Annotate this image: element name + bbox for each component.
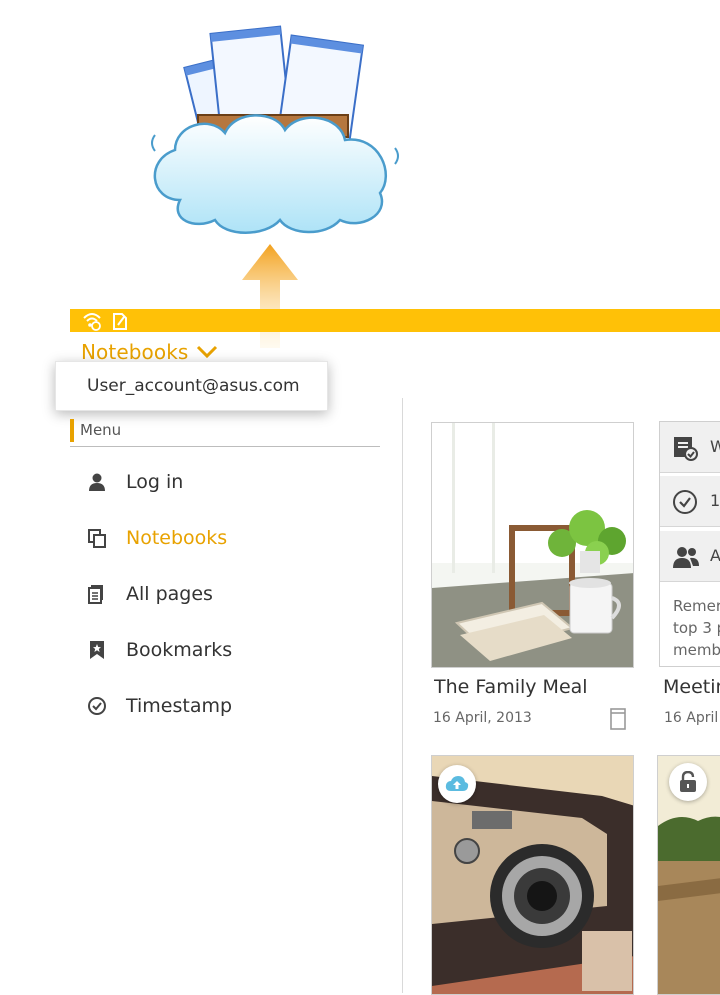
account-email: User_account@asus.com <box>87 376 300 396</box>
cloud-upload-badge <box>438 765 476 803</box>
note-line: Remer <box>673 597 720 615</box>
menu-accent-bar <box>70 419 74 442</box>
detail-row-time: 12 <box>660 476 720 527</box>
menu-item-label: Bookmarks <box>126 639 233 661</box>
meeting-note: Remer top 3 p memb <box>673 595 720 661</box>
menu-item-bookmarks[interactable]: Bookmarks <box>80 630 380 670</box>
notebook-card-title: The Family Meal <box>434 676 588 698</box>
detail-text: W <box>710 437 720 456</box>
menu-item-notebooks[interactable]: Notebooks <box>80 518 380 558</box>
detail-text: 12 <box>710 491 720 510</box>
notebook-card-cover[interactable] <box>431 422 634 668</box>
detail-text: A <box>710 546 720 565</box>
notebook-outline-icon[interactable] <box>609 707 627 731</box>
menu-item-label: Timestamp <box>126 695 233 717</box>
cloud-upload-icon <box>445 776 469 791</box>
menu-item-timestamp[interactable]: Timestamp <box>80 686 380 726</box>
note-line: top 3 p <box>673 619 720 637</box>
detail-row-attendees: A <box>660 531 720 582</box>
cloud-notebooks-illustration <box>151 25 399 234</box>
table-plant-photo <box>432 423 633 667</box>
note-line: memb <box>673 641 720 659</box>
notebook-card-date: 16 April <box>664 710 719 726</box>
menu-item-label: Notebooks <box>126 527 228 549</box>
clock-icon <box>80 694 114 718</box>
sync-up-arrow <box>242 244 298 348</box>
note-sync-icon <box>113 313 127 330</box>
menu-header-label: Menu <box>80 421 122 439</box>
menu-item-all-pages[interactable]: All pages <box>80 574 380 614</box>
menu-item-label: Log in <box>126 471 184 493</box>
meeting-card[interactable]: W 12 A Remer top 3 p memb <box>659 421 720 667</box>
notebook-card-date: 16 April, 2013 <box>433 710 532 726</box>
menu-header: Menu <box>70 418 380 447</box>
wifi-sync-icon <box>83 313 101 331</box>
menu-item-log-in[interactable]: Log in <box>80 462 380 502</box>
pages-icon <box>80 582 114 606</box>
chevron-down-icon <box>197 345 218 359</box>
clock-check-icon <box>673 490 697 514</box>
checklist-icon <box>674 437 698 461</box>
menu-item-label: All pages <box>126 583 213 605</box>
notebook-card-title: Meetin <box>663 676 720 698</box>
notebooks-icon <box>80 526 114 550</box>
unlock-badge <box>669 763 707 801</box>
detail-row-title: W <box>660 422 720 473</box>
person-icon <box>80 470 114 494</box>
people-icon <box>673 547 699 568</box>
status-bar <box>70 309 720 332</box>
panel-divider <box>402 398 403 993</box>
bookmark-icon <box>80 638 114 662</box>
unlock-icon <box>680 771 696 792</box>
account-menu-item[interactable]: User_account@asus.com <box>55 361 328 411</box>
